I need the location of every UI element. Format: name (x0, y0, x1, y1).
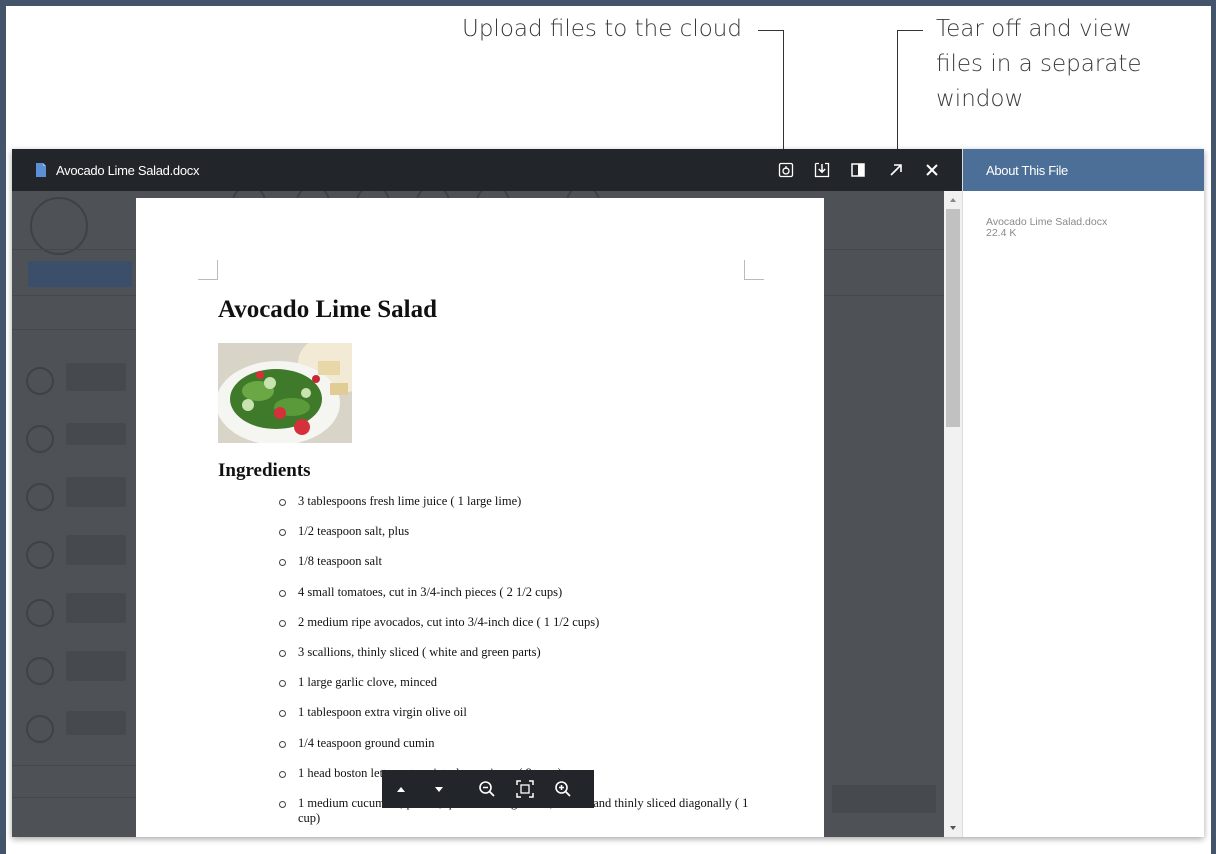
ingredient-item: 3 scallions, thinly sliced ( white and g… (276, 645, 756, 675)
zoom-in-icon (555, 781, 571, 797)
ingredient-item: 3 tablespoons fresh lime juice ( 1 large… (276, 494, 756, 524)
viewer-title-bar: Avocado Lime Salad.docx (12, 149, 962, 191)
scroll-up-icon (950, 198, 956, 202)
next-page-button[interactable] (420, 770, 458, 808)
scroll-up-button[interactable] (944, 193, 962, 207)
panel-toggle-button[interactable] (848, 160, 868, 180)
background-avatar (30, 197, 88, 255)
slide-frame-left (0, 0, 6, 854)
scroll-down-button[interactable] (944, 821, 962, 835)
callout-upload: Upload files to the cloud (462, 12, 742, 47)
ingredient-item: 1/4 teaspoon ground cumin (276, 736, 756, 766)
background-divider (12, 329, 136, 330)
tear-off-icon (890, 164, 902, 176)
background-list-text (66, 535, 126, 565)
file-viewer-window: Avocado Lime Salad.docx Avocado Lime Sal… (12, 149, 1204, 837)
background-divider (12, 765, 136, 766)
background-list-icon (26, 715, 54, 743)
callout-tearoff-line-2: files in a separate (936, 51, 1142, 77)
background-list-icon (26, 599, 54, 627)
download-button[interactable] (812, 160, 832, 180)
zoom-out-button[interactable] (468, 770, 506, 808)
callout-upload-text: Upload files to the cloud (462, 16, 742, 42)
panel-header: About This File (963, 149, 1204, 191)
previous-page-icon (397, 786, 405, 792)
previous-page-button[interactable] (382, 770, 420, 808)
background-list-text (66, 423, 126, 445)
ingredient-item: 1/8 teaspoon salt (276, 554, 756, 584)
document-page[interactable]: Avocado Lime Salad Ingredients 3 tablesp… (136, 198, 824, 837)
background-list-icon (26, 425, 54, 453)
callout-tearoff-line-1: Tear off and view (936, 16, 1132, 42)
background-list-icon (26, 367, 54, 395)
word-document-icon (36, 163, 46, 177)
scroll-thumb[interactable] (946, 209, 960, 427)
background-divider (12, 797, 136, 798)
slide-frame-right (1211, 0, 1216, 854)
background-button (28, 261, 132, 287)
file-details: Avocado Lime Salad.docx 22.4 K (963, 191, 1204, 239)
callout-tearoff-leader-h (897, 30, 923, 31)
page-zoom-toolbar (382, 770, 594, 808)
background-list-icon (26, 541, 54, 569)
background-list-icon (26, 657, 54, 685)
callout-tearoff-line-3: window (936, 86, 1024, 112)
slide-frame-top (0, 0, 1216, 6)
callout-tearoff: Tear off and view files in a separate wi… (936, 12, 1166, 117)
background-list-text (66, 477, 126, 507)
page-margin-mark (744, 260, 764, 280)
ingredient-item: 1 large garlic clove, minced (276, 675, 756, 705)
file-details-size: 22.4 K (986, 227, 1017, 239)
upload-cloud-icon (778, 162, 794, 178)
close-icon (926, 164, 938, 176)
background-list-icon (26, 483, 54, 511)
next-page-icon (435, 786, 443, 792)
background-input (832, 785, 936, 813)
panel-toggle-icon (851, 163, 865, 177)
download-icon (814, 162, 830, 178)
callout-upload-leader-v (783, 30, 784, 150)
tear-off-button[interactable] (886, 160, 906, 180)
salad-photo (218, 343, 352, 443)
close-button[interactable] (922, 160, 942, 180)
fit-page-icon (516, 780, 534, 798)
background-list-text (66, 363, 126, 391)
callout-tearoff-leader-v (897, 30, 898, 150)
file-details-name: Avocado Lime Salad.docx (986, 216, 1108, 228)
fit-page-button[interactable] (506, 770, 544, 808)
file-title: Avocado Lime Salad.docx (56, 162, 200, 178)
about-file-panel: About This File Avocado Lime Salad.docx … (962, 149, 1204, 837)
ingredient-item: 4 small tomatoes, cut in 3/4-inch pieces… (276, 585, 756, 615)
scroll-down-icon (950, 826, 956, 830)
ingredient-item: 2 medium ripe avocados, cut into 3/4-inc… (276, 615, 756, 645)
upload-cloud-button[interactable] (776, 160, 796, 180)
page-margin-mark (198, 260, 218, 280)
background-list-text (66, 593, 126, 623)
background-list-text (66, 651, 126, 681)
zoom-in-button[interactable] (544, 770, 582, 808)
document-scrollbar[interactable] (944, 191, 962, 837)
callout-upload-leader-h (758, 30, 784, 31)
ingredient-item: 1 tablespoon extra virgin olive oil (276, 705, 756, 735)
background-list-text (66, 711, 126, 735)
zoom-out-icon (479, 781, 495, 797)
ingredients-heading: Ingredients (218, 460, 311, 481)
ingredient-item: 1/2 teaspoon salt, plus (276, 524, 756, 554)
document-title: Avocado Lime Salad (218, 296, 437, 323)
